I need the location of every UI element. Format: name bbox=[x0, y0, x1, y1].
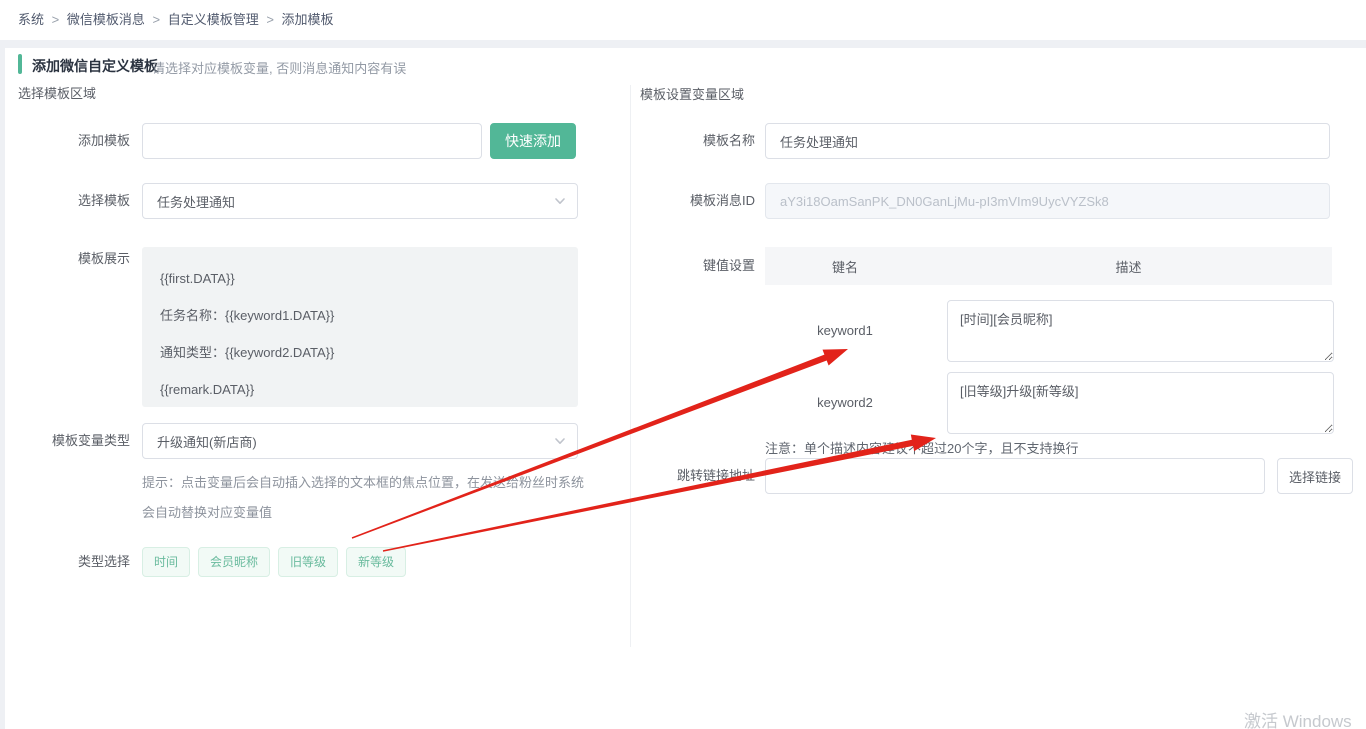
add-template-input[interactable] bbox=[142, 123, 482, 159]
select-template-label: 选择模板 bbox=[18, 183, 130, 219]
keyvalue-column-key: 键名 bbox=[765, 257, 925, 276]
type-button[interactable]: 新等级 bbox=[346, 547, 406, 577]
column-divider bbox=[630, 85, 631, 647]
template-display-line: {{first.DATA}} bbox=[160, 260, 560, 297]
template-name-input[interactable] bbox=[765, 123, 1330, 159]
keyvalue-key: keyword2 bbox=[765, 372, 925, 434]
type-button[interactable]: 时间 bbox=[142, 547, 190, 577]
breadcrumb-bar: 系统 > 微信模板消息 > 自定义模板管理 > 添加模板 bbox=[0, 0, 1366, 40]
chevron-down-icon bbox=[553, 434, 567, 448]
template-msg-id-input bbox=[765, 183, 1330, 219]
variable-hint-line-1: 提示：点击变量后会自动插入选择的文本框的焦点位置，在发送给粉丝时系统 bbox=[142, 468, 584, 498]
variable-hint-line-2: 会自动替换对应变量值 bbox=[142, 498, 272, 528]
template-display-line: 任务名称：{{keyword1.DATA}} bbox=[160, 297, 560, 334]
template-msg-id-label: 模板消息ID bbox=[600, 183, 755, 219]
section-accent-bar bbox=[18, 54, 22, 74]
left-region-title: 选择模板区域 bbox=[18, 83, 96, 102]
keyvalue-key: keyword1 bbox=[765, 300, 925, 362]
breadcrumb-item[interactable]: 自定义模板管理 bbox=[168, 12, 259, 27]
template-name-label: 模板名称 bbox=[600, 123, 755, 159]
breadcrumb-item[interactable]: 系统 bbox=[18, 12, 44, 27]
add-template-label: 添加模板 bbox=[18, 123, 130, 159]
template-display-line: {{remark.DATA}} bbox=[160, 371, 560, 408]
select-link-button[interactable]: 选择链接 bbox=[1277, 458, 1353, 494]
chevron-down-icon bbox=[553, 194, 567, 208]
breadcrumb-item[interactable]: 添加模板 bbox=[282, 12, 334, 27]
type-button[interactable]: 旧等级 bbox=[278, 547, 338, 577]
variable-type-label: 模板变量类型 bbox=[18, 423, 130, 459]
breadcrumb-separator: > bbox=[48, 12, 63, 27]
keyvalue-header: 键名 描述 bbox=[765, 247, 1332, 285]
page-title: 添加微信自定义模板 bbox=[32, 56, 158, 76]
select-template-value: 任务处理通知 bbox=[157, 192, 235, 211]
template-display-box: {{first.DATA}}任务名称：{{keyword1.DATA}}通知类型… bbox=[142, 247, 578, 407]
activate-windows-watermark: 激活 Windows bbox=[1244, 707, 1352, 729]
type-buttons: 时间会员昵称旧等级新等级 bbox=[142, 547, 406, 577]
screen: 系统 > 微信模板消息 > 自定义模板管理 > 添加模板 添加微信自定义模板 请… bbox=[0, 0, 1366, 729]
jump-link-input[interactable] bbox=[765, 458, 1265, 494]
breadcrumb-separator: > bbox=[149, 12, 164, 27]
breadcrumb: 系统 > 微信模板消息 > 自定义模板管理 > 添加模板 bbox=[18, 0, 334, 40]
select-template-dropdown[interactable]: 任务处理通知 bbox=[142, 183, 578, 219]
keyvalue-label: 键值设置 bbox=[600, 247, 755, 285]
variable-type-value: 升级通知(新店商) bbox=[157, 432, 257, 451]
type-button[interactable]: 会员昵称 bbox=[198, 547, 270, 577]
page-subtitle: 请选择对应模板变量, 否则消息通知内容有误 bbox=[152, 58, 406, 77]
template-display-label: 模板展示 bbox=[18, 250, 130, 268]
type-select-label: 类型选择 bbox=[18, 547, 130, 577]
right-region-title: 模板设置变量区域 bbox=[640, 84, 744, 103]
keyvalue-description-textarea[interactable] bbox=[947, 372, 1334, 434]
variable-type-dropdown[interactable]: 升级通知(新店商) bbox=[142, 423, 578, 459]
breadcrumb-separator: > bbox=[263, 12, 278, 27]
keyvalue-note: 注意：单个描述内容建议不超过20个字，且不支持换行 bbox=[765, 438, 1078, 457]
breadcrumb-item[interactable]: 微信模板消息 bbox=[67, 12, 145, 27]
template-display-line: 通知类型：{{keyword2.DATA}} bbox=[160, 334, 560, 371]
keyvalue-description-textarea[interactable] bbox=[947, 300, 1334, 362]
keyvalue-column-description: 描述 bbox=[925, 257, 1332, 276]
quick-add-button[interactable]: 快速添加 bbox=[490, 123, 576, 159]
jump-link-label: 跳转链接地址 bbox=[600, 458, 755, 494]
